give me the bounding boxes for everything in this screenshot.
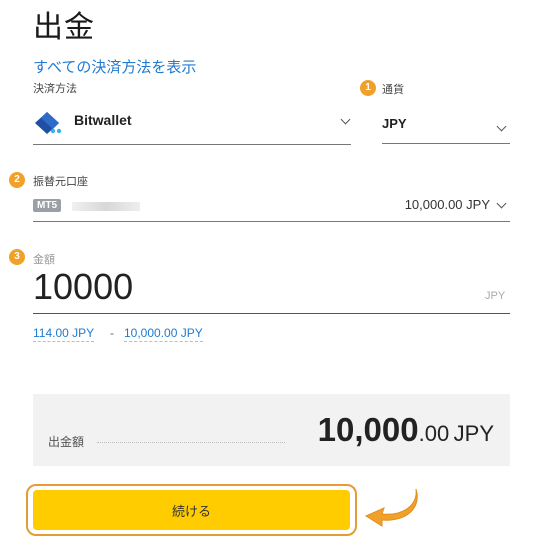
- payment-method-label: 決済方法: [33, 82, 77, 95]
- step-badge-3: 3: [9, 249, 25, 265]
- withdrawal-amount-label: 出金額: [48, 435, 85, 449]
- continue-button[interactable]: 続ける: [33, 490, 350, 530]
- withdrawal-amount-total: 10,000.00 JPY: [318, 411, 494, 449]
- bitwallet-logo-icon: [35, 112, 62, 134]
- divider: [33, 144, 351, 145]
- dotted-leader: [97, 442, 285, 443]
- amount-input[interactable]: 10000: [33, 266, 133, 308]
- currency-label: 通貨: [382, 83, 404, 96]
- chevron-down-icon: [496, 198, 507, 209]
- divider: [382, 143, 510, 144]
- currency-value: JPY: [382, 116, 407, 131]
- show-all-methods-link[interactable]: すべての決済方法を表示: [33, 56, 196, 77]
- amount-label: 金額: [33, 253, 55, 266]
- withdrawal-amount-main: 10,000: [317, 411, 419, 448]
- currency-select[interactable]: JPY: [382, 110, 510, 144]
- chevron-down-icon: [496, 121, 507, 132]
- step-badge-1: 1: [360, 80, 376, 96]
- payment-method-select[interactable]: Bitwallet: [33, 104, 351, 146]
- divider: [33, 221, 510, 222]
- max-amount-link[interactable]: 10,000.00 JPY: [124, 326, 203, 342]
- source-account-label: 振替元口座: [33, 175, 88, 188]
- page-title: 出金: [33, 10, 95, 45]
- withdrawal-currency: JPY: [453, 421, 494, 446]
- payment-method-value: Bitwallet: [74, 112, 132, 128]
- pointer-arrow-icon: [364, 488, 418, 527]
- source-account-select[interactable]: 10,000.00 JPY: [33, 194, 510, 222]
- account-balance: 10,000.00 JPY: [404, 197, 490, 212]
- chevron-down-icon: [340, 114, 351, 125]
- withdrawal-amount-decimal: .00: [418, 421, 450, 446]
- amount-unit: JPY: [485, 290, 506, 302]
- amount-underline: [33, 313, 510, 314]
- min-amount-link[interactable]: 114.00 JPY: [33, 326, 95, 342]
- step-badge-2: 2: [9, 172, 25, 188]
- range-separator: -: [110, 326, 114, 340]
